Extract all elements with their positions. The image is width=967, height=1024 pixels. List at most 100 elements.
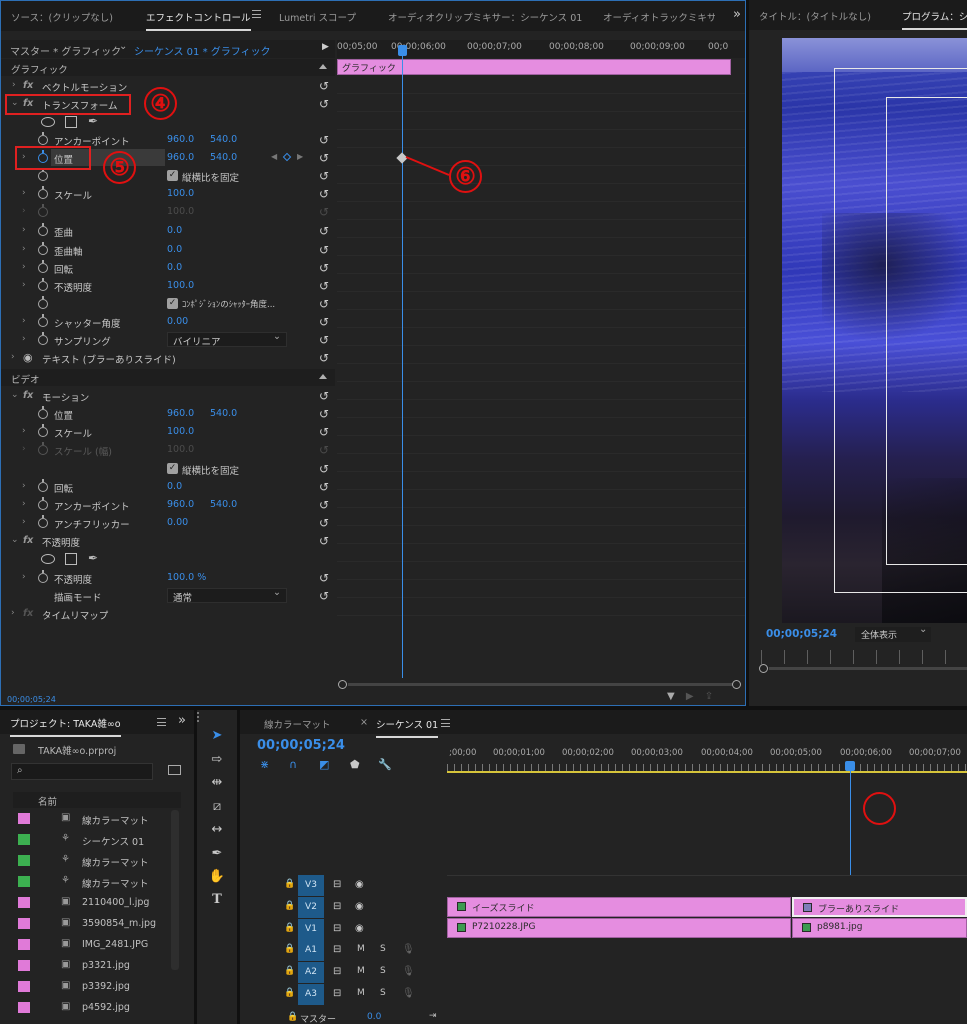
new-bin-icon[interactable]	[168, 765, 181, 775]
master-value[interactable]: 0.0	[367, 1012, 381, 1022]
m-scale-value[interactable]: 100.0	[167, 426, 194, 437]
expand-chevron-icon[interactable]: ›	[22, 262, 26, 272]
reset-icon[interactable]: ↺	[317, 534, 331, 548]
text-layer-row[interactable]: › ◉ テキスト (ブラーありスライド) ↺	[1, 349, 335, 367]
clip-p7210228[interactable]: P7210228.JPG	[447, 918, 791, 938]
ec-clip-bar[interactable]: グラフィック	[337, 59, 731, 75]
lock-aspect-checkbox[interactable]: ✓	[167, 170, 178, 181]
ellipse-mask-icon[interactable]	[41, 554, 55, 564]
reset-icon[interactable]: ↺	[317, 97, 331, 111]
play-only-icon[interactable]: ▶	[686, 691, 694, 702]
scroll-track[interactable]	[348, 683, 732, 686]
tab-project[interactable]: プロジェクト: TAKA雑∞o	[10, 716, 121, 737]
sync-lock-icon[interactable]: ⊟	[333, 966, 341, 977]
stopwatch-icon[interactable]	[38, 332, 48, 345]
label-color-swatch[interactable]	[18, 918, 30, 929]
label-color-swatch[interactable]	[18, 876, 30, 887]
panel-menu-icon[interactable]	[157, 718, 166, 726]
stopwatch-icon[interactable]	[38, 186, 48, 199]
eye-icon[interactable]: ◉	[355, 879, 364, 890]
lock-icon[interactable]: 🔒	[284, 879, 295, 889]
project-item[interactable]: ⚘ 線カラーマット	[13, 871, 181, 892]
add-keyframe-icon[interactable]	[282, 152, 292, 162]
eye-icon[interactable]: ◉	[355, 923, 364, 934]
label-color-swatch[interactable]	[18, 813, 30, 824]
reset-icon[interactable]: ↺	[317, 589, 331, 603]
project-item[interactable]: ▣ p3321.jpg	[13, 955, 181, 976]
pen-tool-icon[interactable]: ✒	[208, 845, 226, 863]
hand-tool-icon[interactable]: ✋	[208, 868, 226, 886]
ripple-edit-tool-icon[interactable]: ⇹	[208, 774, 226, 792]
expand-chevron-icon[interactable]: ›	[22, 499, 26, 509]
filter-icon[interactable]: ▼	[667, 691, 675, 702]
sync-lock-icon[interactable]: ⊟	[333, 923, 341, 934]
program-scroll-handle[interactable]	[759, 664, 768, 673]
lock-icon[interactable]: 🔒	[284, 988, 295, 998]
shutter-angle-value[interactable]: 0.00	[167, 316, 188, 327]
reset-icon[interactable]: ↺	[317, 498, 331, 512]
rotation-value[interactable]: 0.0	[167, 262, 182, 273]
time-remap-row[interactable]: › fx タイムリマップ	[1, 605, 335, 623]
tab-audio-track-mixer[interactable]: オーディオトラックミキサー	[603, 10, 715, 24]
project-item[interactable]: ▣ 3590854_m.jpg	[13, 913, 181, 934]
tab-lumetri-scopes[interactable]: Lumetri スコープ	[279, 10, 356, 24]
snap-magnet-icon[interactable]: ∩	[289, 758, 297, 771]
label-color-swatch[interactable]	[18, 897, 30, 908]
m-rotation-value[interactable]: 0.0	[167, 481, 182, 492]
pen-mask-icon[interactable]: ✒	[88, 114, 98, 128]
sequence-dropdown-arrow-icon[interactable]: ⌄	[119, 41, 127, 52]
expand-chevron-icon[interactable]: ›	[12, 80, 16, 90]
lock-icon[interactable]: 🔒	[284, 901, 295, 911]
reset-icon[interactable]: ↺	[317, 297, 331, 311]
scale-value[interactable]: 100.0	[167, 188, 194, 199]
clip-p8981[interactable]: p8981.jpg	[792, 918, 967, 938]
collapse-chevron-icon[interactable]: ⌄	[11, 390, 19, 400]
reset-icon[interactable]: ↺	[317, 187, 331, 201]
anchor-point-x[interactable]: 960.0	[167, 134, 194, 145]
m-anchor-x[interactable]: 960.0	[167, 499, 194, 510]
stopwatch-icon[interactable]	[38, 296, 48, 309]
comp-shutter-checkbox[interactable]: ✓	[167, 298, 178, 309]
reset-icon[interactable]: ↺	[317, 351, 331, 365]
mute-button[interactable]: M	[357, 944, 365, 954]
project-search-input[interactable]: ⌕	[11, 763, 153, 780]
next-keyframe-icon[interactable]: ▶	[297, 152, 303, 161]
tab-source[interactable]: ソース：(クリップなし)	[11, 10, 113, 24]
timeline-playhead-handle[interactable]	[845, 761, 855, 771]
reset-icon[interactable]: ↺	[317, 462, 331, 476]
lock-icon[interactable]: 🔒	[287, 1012, 298, 1022]
m-anchor-y[interactable]: 540.0	[210, 499, 237, 510]
sequence-label[interactable]: シーケンス 01 * グラフィック	[134, 43, 271, 58]
skew-axis-value[interactable]: 0.0	[167, 244, 182, 255]
reset-icon[interactable]: ↺	[317, 407, 331, 421]
scroll-left-handle[interactable]	[338, 680, 347, 689]
work-area-bar[interactable]	[447, 771, 967, 773]
expand-chevron-icon[interactable]: ›	[22, 517, 26, 527]
track-target-button[interactable]: A1	[298, 940, 324, 961]
prev-keyframe-icon[interactable]: ◀	[271, 152, 277, 161]
wrench-settings-icon[interactable]: 🔧	[378, 758, 392, 771]
column-name-label[interactable]: 名前	[38, 794, 57, 808]
reset-icon[interactable]: ↺	[317, 224, 331, 238]
overflow-icon[interactable]: »	[733, 7, 741, 22]
project-item[interactable]: ▣ p3392.jpg	[13, 976, 181, 997]
expand-chevron-icon[interactable]: ›	[22, 572, 26, 582]
tab-sequence-01[interactable]: シーケンス 01	[376, 717, 439, 738]
panel-menu-icon[interactable]	[252, 10, 261, 18]
stopwatch-icon[interactable]	[38, 132, 48, 145]
voice-over-record-icon[interactable]: 🎙	[402, 988, 415, 999]
expand-chevron-icon[interactable]: ›	[22, 188, 26, 198]
eye-icon[interactable]: ◉	[23, 351, 33, 364]
m-position-x[interactable]: 960.0	[167, 408, 194, 419]
reset-icon[interactable]: ↺	[317, 279, 331, 293]
stopwatch-icon[interactable]	[38, 223, 48, 236]
fx-icon[interactable]: fx	[23, 535, 33, 546]
ec-playhead-handle[interactable]	[398, 45, 407, 56]
reset-icon[interactable]: ↺	[317, 516, 331, 530]
insert-sequence-icon[interactable]: ⋇	[260, 758, 269, 771]
stopwatch-icon[interactable]	[38, 424, 48, 437]
clip-ease-slide[interactable]: イーズスライド	[447, 897, 791, 917]
mute-button[interactable]: M	[357, 988, 365, 998]
project-item[interactable]: ▣ p4592.jpg	[13, 997, 181, 1018]
tab-effect-controls[interactable]: エフェクトコントロール	[146, 10, 251, 31]
